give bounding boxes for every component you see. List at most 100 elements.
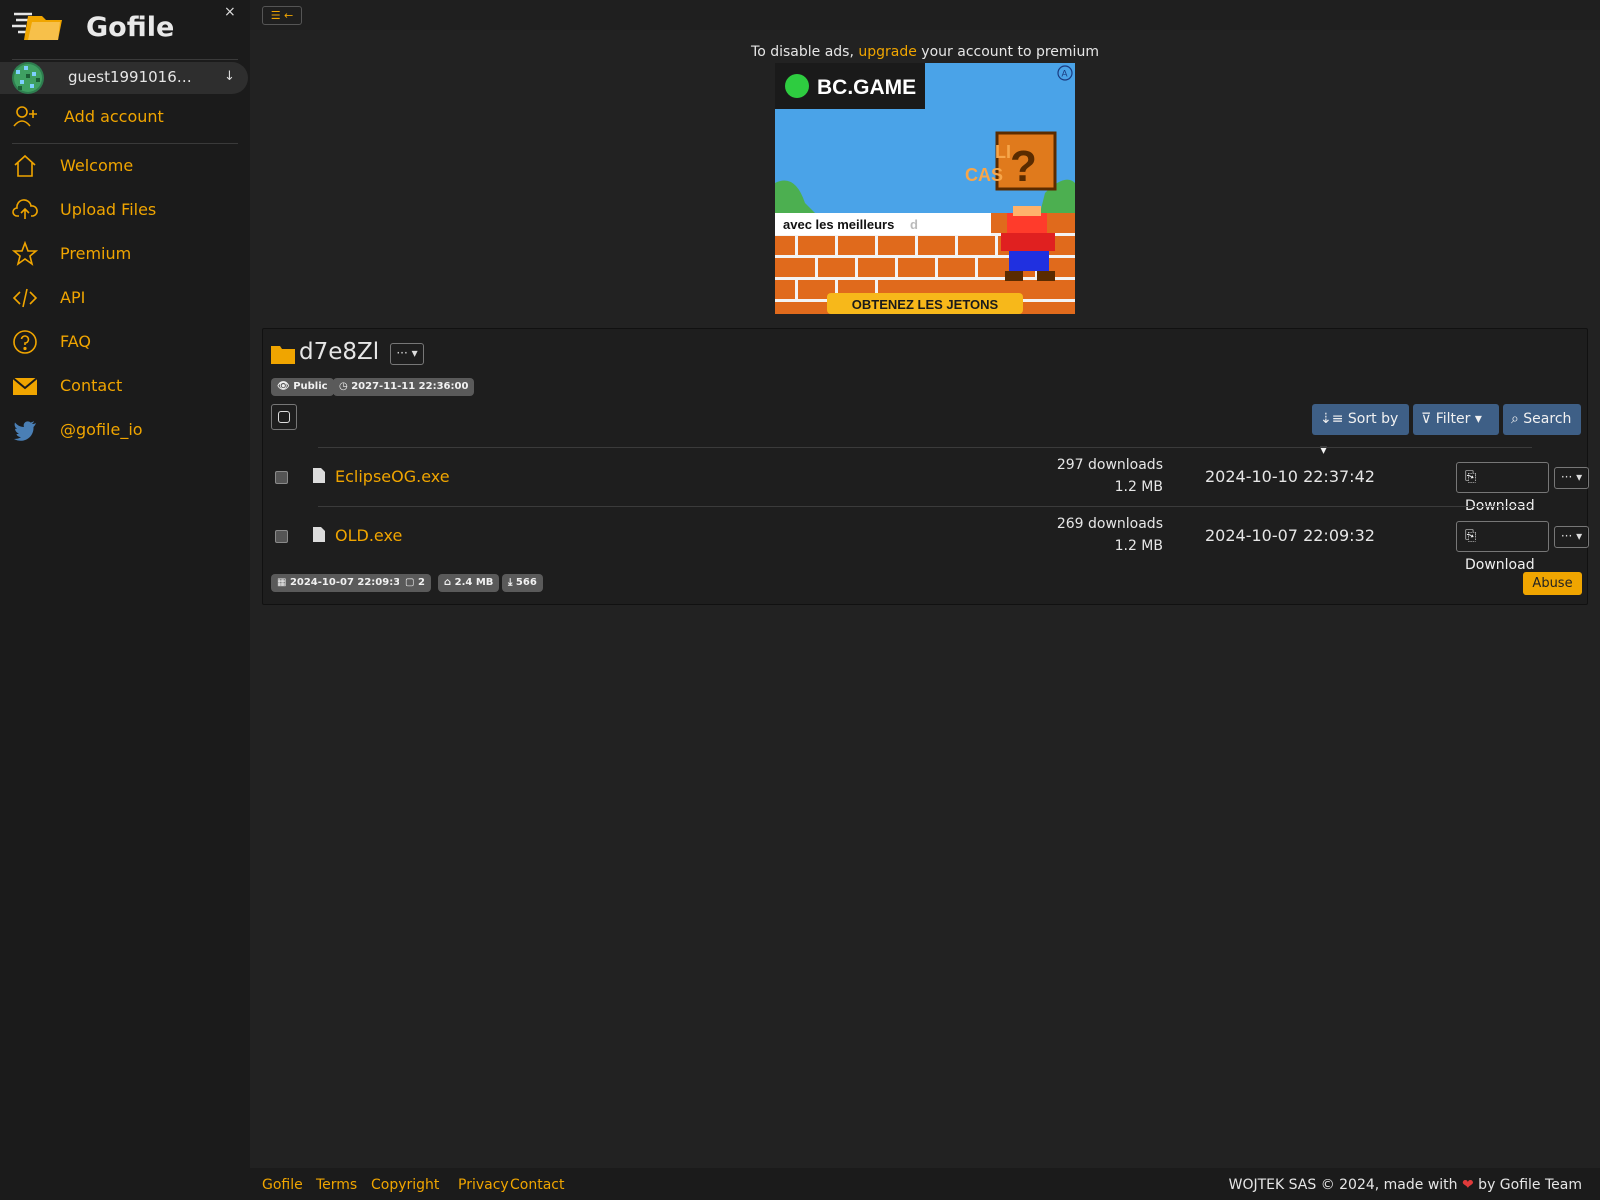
sort-by-button[interactable]: ⇣≡ Sort by ▾	[1312, 404, 1409, 458]
ad-text-side-2: CAS	[965, 165, 1003, 185]
copyright-suffix: by Gofile Team	[1473, 1177, 1582, 1193]
ad-brand: BC.GAME	[817, 76, 916, 99]
file-downloads: 269 downloads	[1056, 516, 1163, 532]
folder-options-button[interactable]: ··· ▾	[390, 343, 424, 365]
account-name: guest19910166...	[68, 68, 198, 86]
gofile-logo-icon	[12, 12, 62, 40]
filter-button[interactable]: ⊽ Filter ▾	[1413, 404, 1499, 435]
heart-icon: ❤	[1462, 1177, 1474, 1193]
sidebar-item-label: Upload Files	[60, 200, 157, 219]
hdd-icon: ⌂	[444, 577, 455, 588]
avatar	[12, 62, 44, 94]
square-icon	[278, 411, 290, 423]
ads-notice-suffix: your account to premium	[916, 44, 1099, 60]
search-button[interactable]: ⌕ Search	[1503, 404, 1581, 435]
created-label: 2024-10-07 22:09:31	[289, 577, 408, 588]
ads-notice: To disable ads, upgrade your account to …	[250, 44, 1600, 60]
file-icon	[313, 527, 325, 542]
caret-down-icon: ▾	[1470, 411, 1482, 427]
ad-banner-image: BC.GAME A ? LI CAS avec les meilleurs d …	[775, 63, 1075, 314]
file-download-icon: ⎘	[1465, 469, 1477, 485]
upgrade-link[interactable]: upgrade	[858, 44, 916, 60]
sidebar-item-twitter[interactable]: @gofile_io	[0, 412, 250, 448]
file-name-link[interactable]: EclipseOG.exe	[335, 467, 450, 486]
file-date: 2024-10-10 22:37:42	[1205, 467, 1375, 486]
file-name-link[interactable]: OLD.exe	[335, 526, 402, 545]
top-bar: ☰ ←	[250, 0, 1600, 30]
footer-link-privacy[interactable]: Privacy	[458, 1177, 509, 1193]
filter-icon: ⊽	[1421, 411, 1436, 427]
file-count-badge: ▢ 2	[399, 574, 431, 592]
clock-icon: ◷	[339, 381, 352, 392]
footer: Gofile Terms Copyright Privacy Contact W…	[250, 1168, 1600, 1200]
eye-icon: 👁	[277, 381, 294, 392]
ad-text-mid-faded: d	[910, 217, 918, 232]
download-button[interactable]: ⎘ Download	[1456, 521, 1549, 573]
copyright-prefix: WOJTEK SAS © 2024, made with	[1228, 1177, 1462, 1193]
sidebar-item-label: @gofile_io	[60, 420, 143, 439]
brand-name: Gofile	[86, 12, 175, 43]
file-downloads: 297 downloads	[1056, 457, 1163, 473]
select-all-checkbox[interactable]	[271, 404, 297, 430]
file-size: 1.2 MB	[1114, 538, 1163, 554]
sidebar-item-label: Premium	[60, 244, 132, 263]
ad-choices-badge: A	[1062, 69, 1068, 79]
search-icon: ⌕	[1511, 411, 1524, 427]
brand[interactable]: Gofile	[12, 6, 242, 50]
file-checkbox[interactable]	[275, 471, 288, 484]
close-icon[interactable]: ×	[224, 4, 236, 20]
sidebar-item-welcome[interactable]: Welcome	[0, 148, 250, 184]
ad-cta: OBTENEZ LES JETONS	[852, 297, 999, 312]
file-icon	[313, 468, 325, 483]
svg-text:?: ?	[1010, 142, 1037, 191]
footer-link-gofile[interactable]: Gofile	[262, 1177, 303, 1193]
cloud-upload-icon	[12, 199, 38, 219]
ad-text-mid: avec les meilleurs	[783, 217, 894, 232]
twitter-icon	[14, 421, 36, 441]
sidebar-item-label: Welcome	[60, 156, 134, 175]
sidebar-item-premium[interactable]: Premium	[0, 236, 250, 272]
add-account-label: Add account	[64, 107, 164, 126]
footer-link-copyright[interactable]: Copyright	[371, 1177, 439, 1193]
sidebar-item-upload-files[interactable]: Upload Files	[0, 192, 250, 228]
footer-link-terms[interactable]: Terms	[316, 1177, 357, 1193]
search-label: Search	[1523, 411, 1572, 427]
download-label: Download	[1465, 557, 1535, 573]
abuse-button[interactable]: Abuse	[1523, 572, 1582, 595]
sidebar: Gofile × guest19910166... ↓ Add account …	[0, 0, 250, 1200]
ads-notice-prefix: To disable ads,	[751, 44, 859, 60]
ad-banner[interactable]: BC.GAME A ? LI CAS avec les meilleurs d …	[775, 63, 1075, 314]
file-options-button[interactable]: ··· ▾	[1554, 467, 1589, 489]
ad-text-side-1: LI	[995, 142, 1011, 162]
files-icon: ▢	[405, 577, 418, 588]
add-account-button[interactable]: Add account	[0, 99, 250, 135]
expiry-badge: ◷ 2027-11-11 22:36:00	[333, 378, 475, 396]
sort-icon: ⇣≡	[1320, 411, 1348, 427]
file-options-button[interactable]: ··· ▾	[1554, 526, 1589, 548]
sidebar-item-label: API	[60, 288, 86, 307]
folder-icon	[271, 346, 295, 364]
arrow-down-icon[interactable]: ↓	[224, 69, 235, 84]
visibility-label: Public	[293, 381, 328, 392]
sidebar-item-label: FAQ	[60, 332, 91, 351]
file-checkbox[interactable]	[275, 530, 288, 543]
download-button[interactable]: ⎘ Download	[1456, 462, 1549, 514]
visibility-badge: 👁 Public	[271, 378, 334, 396]
file-count-label: 2	[417, 577, 425, 588]
footer-copyright: WOJTEK SAS © 2024, made with ❤ by Gofile…	[1229, 1177, 1582, 1193]
sort-label: Sort by	[1347, 411, 1399, 427]
divider	[12, 59, 238, 60]
star-icon	[12, 241, 38, 266]
collapse-sidebar-button[interactable]: ☰ ←	[262, 6, 302, 25]
account-switcher[interactable]: guest19910166... ↓	[0, 62, 248, 94]
sidebar-item-api[interactable]: API	[0, 280, 250, 316]
footer-link-contact[interactable]: Contact	[510, 1177, 564, 1193]
sidebar-item-contact[interactable]: Contact	[0, 368, 250, 404]
file-download-icon: ⎘	[1465, 528, 1477, 544]
calendar-icon: ▦	[277, 577, 290, 588]
question-icon	[13, 330, 37, 354]
folder-panel: d7e8Zl ··· ▾ 👁 Public ◷ 2027-11-11 22:36…	[262, 328, 1589, 605]
folder-name: d7e8Zl	[299, 339, 380, 365]
sidebar-item-faq[interactable]: FAQ	[0, 324, 250, 360]
expiry-label: 2027-11-11 22:36:00	[351, 381, 469, 392]
